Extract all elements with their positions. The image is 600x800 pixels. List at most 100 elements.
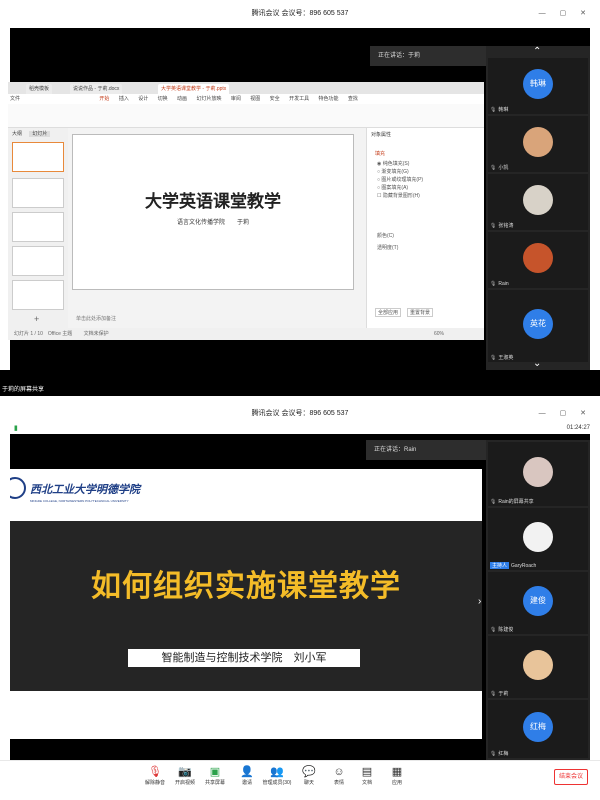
top-speaking-bar: 正在讲话：于莉 <box>370 46 490 66</box>
apps-button[interactable]: ▦ 应用 <box>380 765 414 786</box>
chat-icon: 💬 <box>302 766 316 778</box>
participant-tile[interactable]: 主持人 GaryRoach <box>488 508 588 570</box>
participant-tile[interactable]: 🎙 张铭涛 <box>488 174 588 230</box>
shared-slide: 西北工业大学明德学院 MINGDE COLLEGE, NORTHWESTERN … <box>10 469 482 739</box>
share-screen-label: 共享屏幕 <box>204 780 225 786</box>
app-tabs: 稻壳模板 说说作品 - 于莉.docx 大学英语课堂教学 - 于莉.pptx <box>8 82 484 94</box>
speaking-indicator: 正在讲话：于莉 <box>370 46 490 66</box>
slide-subtitle: 语言文化传播学院 于莉 <box>176 220 249 226</box>
notes-area[interactable]: 单击此处添加备注 <box>72 314 354 324</box>
slide-thumbnails: 大纲 幻灯片 + <box>8 128 68 328</box>
menu-devtools[interactable]: 开发工具 <box>289 96 309 102</box>
menu-file[interactable]: 文件 <box>10 96 20 102</box>
menu-review[interactable]: 审阅 <box>231 96 241 102</box>
fill-option[interactable]: ○ 图片或纹理填充(P) <box>377 176 423 184</box>
document-icon: ▤ <box>361 766 373 778</box>
speaking-indicator: 正在讲话：Rain <box>366 440 486 460</box>
apply-all-button[interactable]: 全部应用 <box>375 308 402 317</box>
thumbs-tab-outline[interactable]: 大纲 <box>12 131 22 137</box>
top-titlebar: 腾讯会议 会议号：896 605 537 — ▢ ✕ <box>0 0 600 28</box>
thumbnail-slide-3[interactable] <box>12 212 64 242</box>
slide-canvas[interactable]: 大学英语课堂教学 语言文化传播学院 于莉 <box>72 134 354 290</box>
fill-option-label: 纯色填充(S) <box>382 161 410 167</box>
unmute-button[interactable]: 🎙 解除静音 <box>138 765 172 786</box>
fill-option-label: 隐藏背景图形(H) <box>382 193 420 199</box>
end-meeting-button[interactable]: 结束会议 <box>554 769 588 785</box>
tab-pptx[interactable]: 大学英语课堂教学 - 于莉.pptx <box>158 84 230 94</box>
participant-tile[interactable]: 🎙 Rain的屏幕共享 <box>488 442 588 506</box>
invite-button[interactable]: 👤 邀请 <box>230 765 264 786</box>
fill-option[interactable]: ☐ 隐藏背景图形(H) <box>377 192 423 200</box>
menu-home[interactable]: 开始 <box>99 96 109 102</box>
avatar <box>523 185 553 215</box>
chevron-right-icon[interactable]: › <box>478 596 481 607</box>
menu-search[interactable]: 查找 <box>348 96 358 102</box>
transparency-label: 透明度(T) <box>377 245 399 251</box>
mic-icon: 🎙 <box>490 355 497 361</box>
thumbnail-slide-2[interactable] <box>12 178 64 208</box>
ribbon-toolbar[interactable] <box>8 104 484 128</box>
menu-features[interactable]: 特色功能 <box>318 96 338 102</box>
thumbnail-slide-4[interactable] <box>12 246 64 276</box>
participant-tile[interactable]: 英花 🎙 王淑英 <box>488 290 588 362</box>
avatar <box>523 127 553 157</box>
menu-design[interactable]: 设计 <box>138 96 148 102</box>
add-slide-icon[interactable]: + <box>34 314 39 324</box>
college-logo-english: MINGDE COLLEGE, NORTHWESTERN POLYTECHNIC… <box>30 499 129 503</box>
status-protection: 文档未保护 <box>83 331 109 337</box>
fill-option[interactable]: ○ 渐变填充(G) <box>377 168 423 176</box>
apps-label: 应用 <box>391 780 402 786</box>
menu-security[interactable]: 安全 <box>270 96 280 102</box>
document-button[interactable]: ▤ 文档 <box>350 765 384 786</box>
avatar: 韩琳 <box>523 69 553 99</box>
menu-animation[interactable]: 动画 <box>177 96 187 102</box>
avatar <box>523 243 553 273</box>
participant-tile[interactable]: 🎙 于莉 <box>488 636 588 698</box>
app-menubar: 文件 开始 插入 设计 切换 动画 幻灯片放映 审阅 视图 安全 开发工具 特色… <box>8 94 484 104</box>
chevron-up-icon[interactable]: ⌃ <box>533 46 541 57</box>
invite-label: 邀请 <box>241 780 252 786</box>
thumbnail-slide-1[interactable] <box>12 142 64 172</box>
signal-icon: ▮ <box>14 425 18 432</box>
reset-background-button[interactable]: 重置背景 <box>407 308 434 317</box>
participant-name: Rain <box>498 281 509 287</box>
participant-tile[interactable]: 🎙 Rain <box>488 232 588 288</box>
meeting-title: 腾讯会议 会议号：896 605 537 <box>251 410 349 417</box>
window-controls[interactable]: — ▢ ✕ <box>539 0 592 28</box>
menu-slideshow[interactable]: 幻灯片放映 <box>196 96 221 102</box>
presentation-app: 稻壳模板 说说作品 - 于莉.docx 大学英语课堂教学 - 于莉.pptx 文… <box>8 82 484 340</box>
mic-icon: 🎙 <box>490 165 497 171</box>
share-screen-button[interactable]: ▣ 共享屏幕 <box>198 765 232 786</box>
zoom-level[interactable]: 60% <box>434 328 444 340</box>
tab-docx[interactable]: 说说作品 - 于莉.docx <box>70 84 123 94</box>
participant-tile[interactable]: 建俊 🎙 陈建俊 <box>488 572 588 634</box>
avatar: 建俊 <box>523 586 553 616</box>
chat-label: 聊天 <box>303 780 314 786</box>
manage-members-button[interactable]: 👥 管理成员(30) <box>260 765 294 786</box>
invite-icon: 👤 <box>240 766 254 778</box>
menu-view[interactable]: 视图 <box>250 96 260 102</box>
avatar <box>523 522 553 552</box>
participant-tile[interactable]: 🎙 小凯 <box>488 116 588 172</box>
mic-off-icon: 🎙 <box>148 766 162 778</box>
slide-title: 如何组织实施课堂教学 <box>91 569 401 604</box>
menu-transition[interactable]: 切换 <box>158 96 168 102</box>
participant-name: 于莉 <box>498 691 509 697</box>
chat-button[interactable]: 💬 聊天 <box>292 765 326 786</box>
fill-option[interactable]: ○ 图案填充(A) <box>377 184 423 192</box>
mic-icon: 🎙 <box>490 107 497 113</box>
tab-template[interactable]: 稻壳模板 <box>26 84 53 94</box>
menu-insert[interactable]: 插入 <box>119 96 129 102</box>
avatar: 红梅 <box>523 712 553 742</box>
document-label: 文档 <box>361 780 372 786</box>
thumbs-tab-slides[interactable]: 幻灯片 <box>29 131 51 137</box>
start-video-button[interactable]: 📷 开启视频 <box>168 765 202 786</box>
chevron-down-icon[interactable]: ⌄ <box>533 358 541 369</box>
host-badge: 主持人 <box>490 562 510 569</box>
fill-option[interactable]: ◉ 纯色填充(S) <box>377 160 423 168</box>
college-logo-text: 西北工业大学明德学院 <box>30 483 140 496</box>
participant-tile[interactable]: 红梅 🎙 红梅 <box>488 700 588 758</box>
thumbnail-slide-5[interactable] <box>12 280 64 310</box>
mic-icon: 🎙 <box>490 499 497 505</box>
participant-tile[interactable]: 韩琳 🎙 韩琳 <box>488 58 588 114</box>
